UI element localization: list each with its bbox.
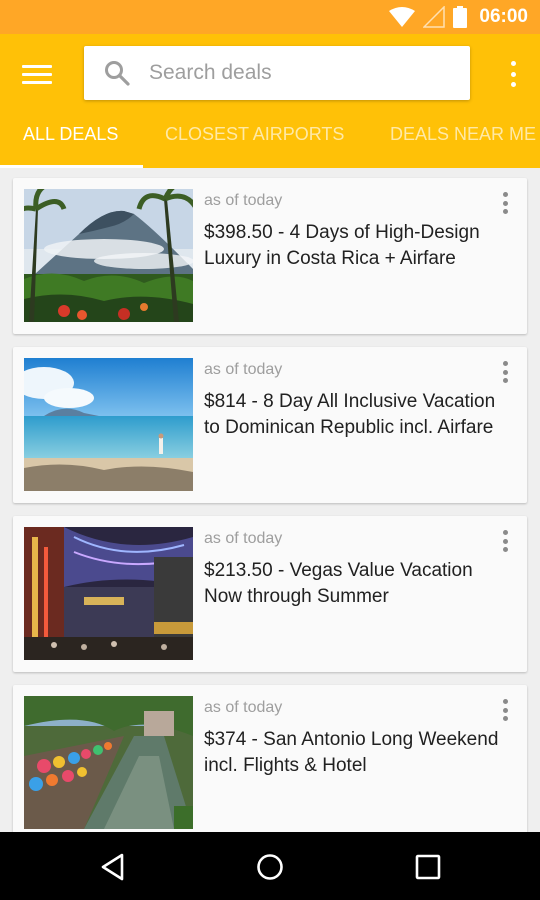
- vegas-street-photo: [24, 527, 193, 660]
- search-icon: [105, 61, 130, 86]
- deal-title: $398.50 - 4 Days of High-Design Luxury i…: [204, 222, 480, 269]
- battery-icon: [453, 6, 468, 28]
- app-bar: ALL DEALS CLOSEST AIRPORTS DEALS NEAR ME: [0, 34, 540, 168]
- card-more-icon[interactable]: [500, 530, 510, 552]
- home-icon[interactable]: [255, 852, 285, 882]
- deal-date: as of today: [204, 699, 283, 716]
- deal-list[interactable]: as of today $398.50 - 4 Days of High-Des…: [0, 168, 540, 832]
- deal-card[interactable]: as of today $374 - San Antonio Long Week…: [13, 685, 527, 832]
- status-icons: 06:00: [389, 0, 528, 34]
- riverwalk-photo: [24, 696, 193, 829]
- card-more-icon[interactable]: [500, 699, 510, 721]
- recents-icon[interactable]: [413, 852, 443, 882]
- hamburger-menu-icon[interactable]: [22, 60, 58, 88]
- deal-title: $814 - 8 Day All Inclusive Vacation to D…: [204, 391, 496, 438]
- tab-all-deals[interactable]: ALL DEALS: [23, 112, 118, 168]
- deal-card[interactable]: as of today $213.50 - Vegas Value Vacati…: [13, 516, 527, 672]
- deal-title: $374 - San Antonio Long Weekend incl. Fl…: [204, 729, 499, 776]
- volcano-jungle-photo: [24, 189, 193, 322]
- navigation-bar: [0, 832, 540, 900]
- search-box[interactable]: [84, 46, 470, 100]
- tab-bar: ALL DEALS CLOSEST AIRPORTS DEALS NEAR ME: [0, 112, 540, 168]
- wifi-icon: [389, 7, 416, 27]
- more-vert-icon[interactable]: [508, 61, 518, 87]
- search-input[interactable]: [149, 61, 439, 85]
- tab-deals-near-me[interactable]: DEALS NEAR ME: [390, 112, 536, 168]
- signal-icon: [423, 6, 446, 28]
- deal-card[interactable]: as of today $398.50 - 4 Days of High-Des…: [13, 178, 527, 334]
- back-icon[interactable]: [98, 852, 128, 882]
- beach-ocean-photo: [24, 358, 193, 491]
- deal-card[interactable]: as of today $814 - 8 Day All Inclusive V…: [13, 347, 527, 503]
- tab-closest-airports[interactable]: CLOSEST AIRPORTS: [165, 112, 344, 168]
- deal-date: as of today: [204, 361, 283, 378]
- status-time: 06:00: [479, 6, 528, 27]
- deal-date: as of today: [204, 192, 283, 209]
- status-bar: 06:00: [0, 0, 540, 34]
- deal-date: as of today: [204, 530, 283, 547]
- card-more-icon[interactable]: [500, 192, 510, 214]
- deal-title: $213.50 - Vegas Value Vacation Now throu…: [204, 560, 473, 607]
- card-more-icon[interactable]: [500, 361, 510, 383]
